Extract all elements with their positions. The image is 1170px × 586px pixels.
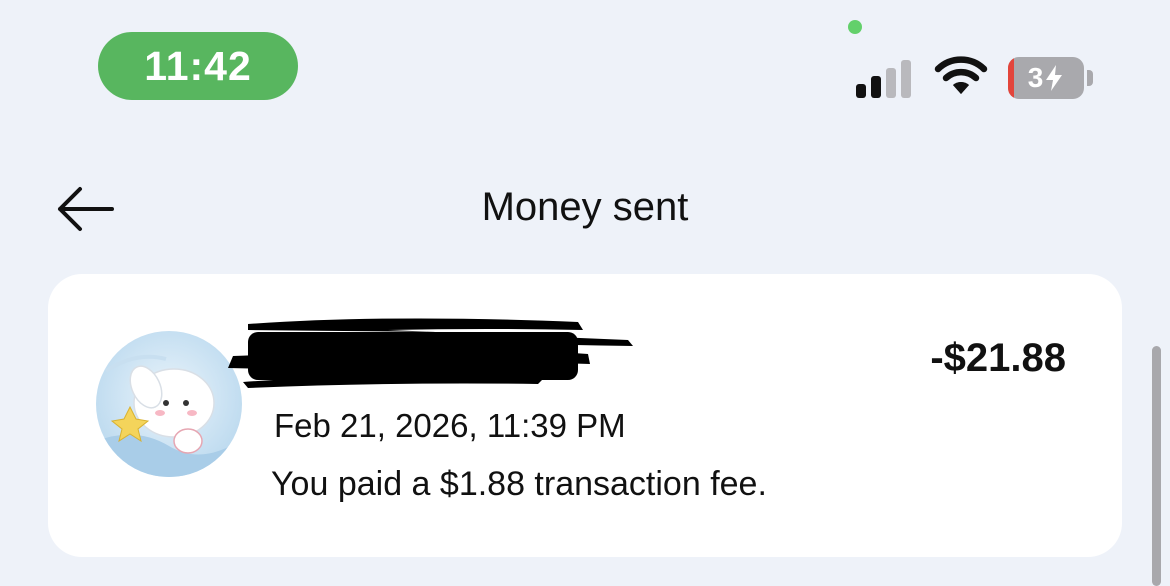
status-time: 11:42 — [98, 32, 298, 100]
battery-percentage: 3 — [1027, 62, 1044, 93]
page-title: Money sent — [481, 185, 689, 229]
wifi-icon — [934, 56, 988, 94]
transaction-date: Feb 21, 2026, 11:39 PM — [274, 407, 626, 444]
battery-icon: 3 — [1008, 57, 1094, 99]
redacted-recipient-name — [228, 318, 633, 388]
transaction-card[interactable]: -$21.88 Feb 21, 2026, 11:39 PM You paid … — [48, 274, 1122, 557]
scrollbar[interactable] — [1152, 346, 1161, 586]
cellular-signal-icon — [856, 58, 914, 98]
status-bar: 11:42 3 — [0, 0, 1170, 130]
transaction-fee-note: You paid a $1.88 transaction fee. — [271, 465, 767, 503]
transaction-amount: -$21.88 — [930, 336, 1066, 380]
nav-header: Money sent — [0, 165, 1170, 255]
privacy-indicator-dot — [848, 20, 862, 34]
charging-bolt-icon — [1046, 65, 1063, 91]
